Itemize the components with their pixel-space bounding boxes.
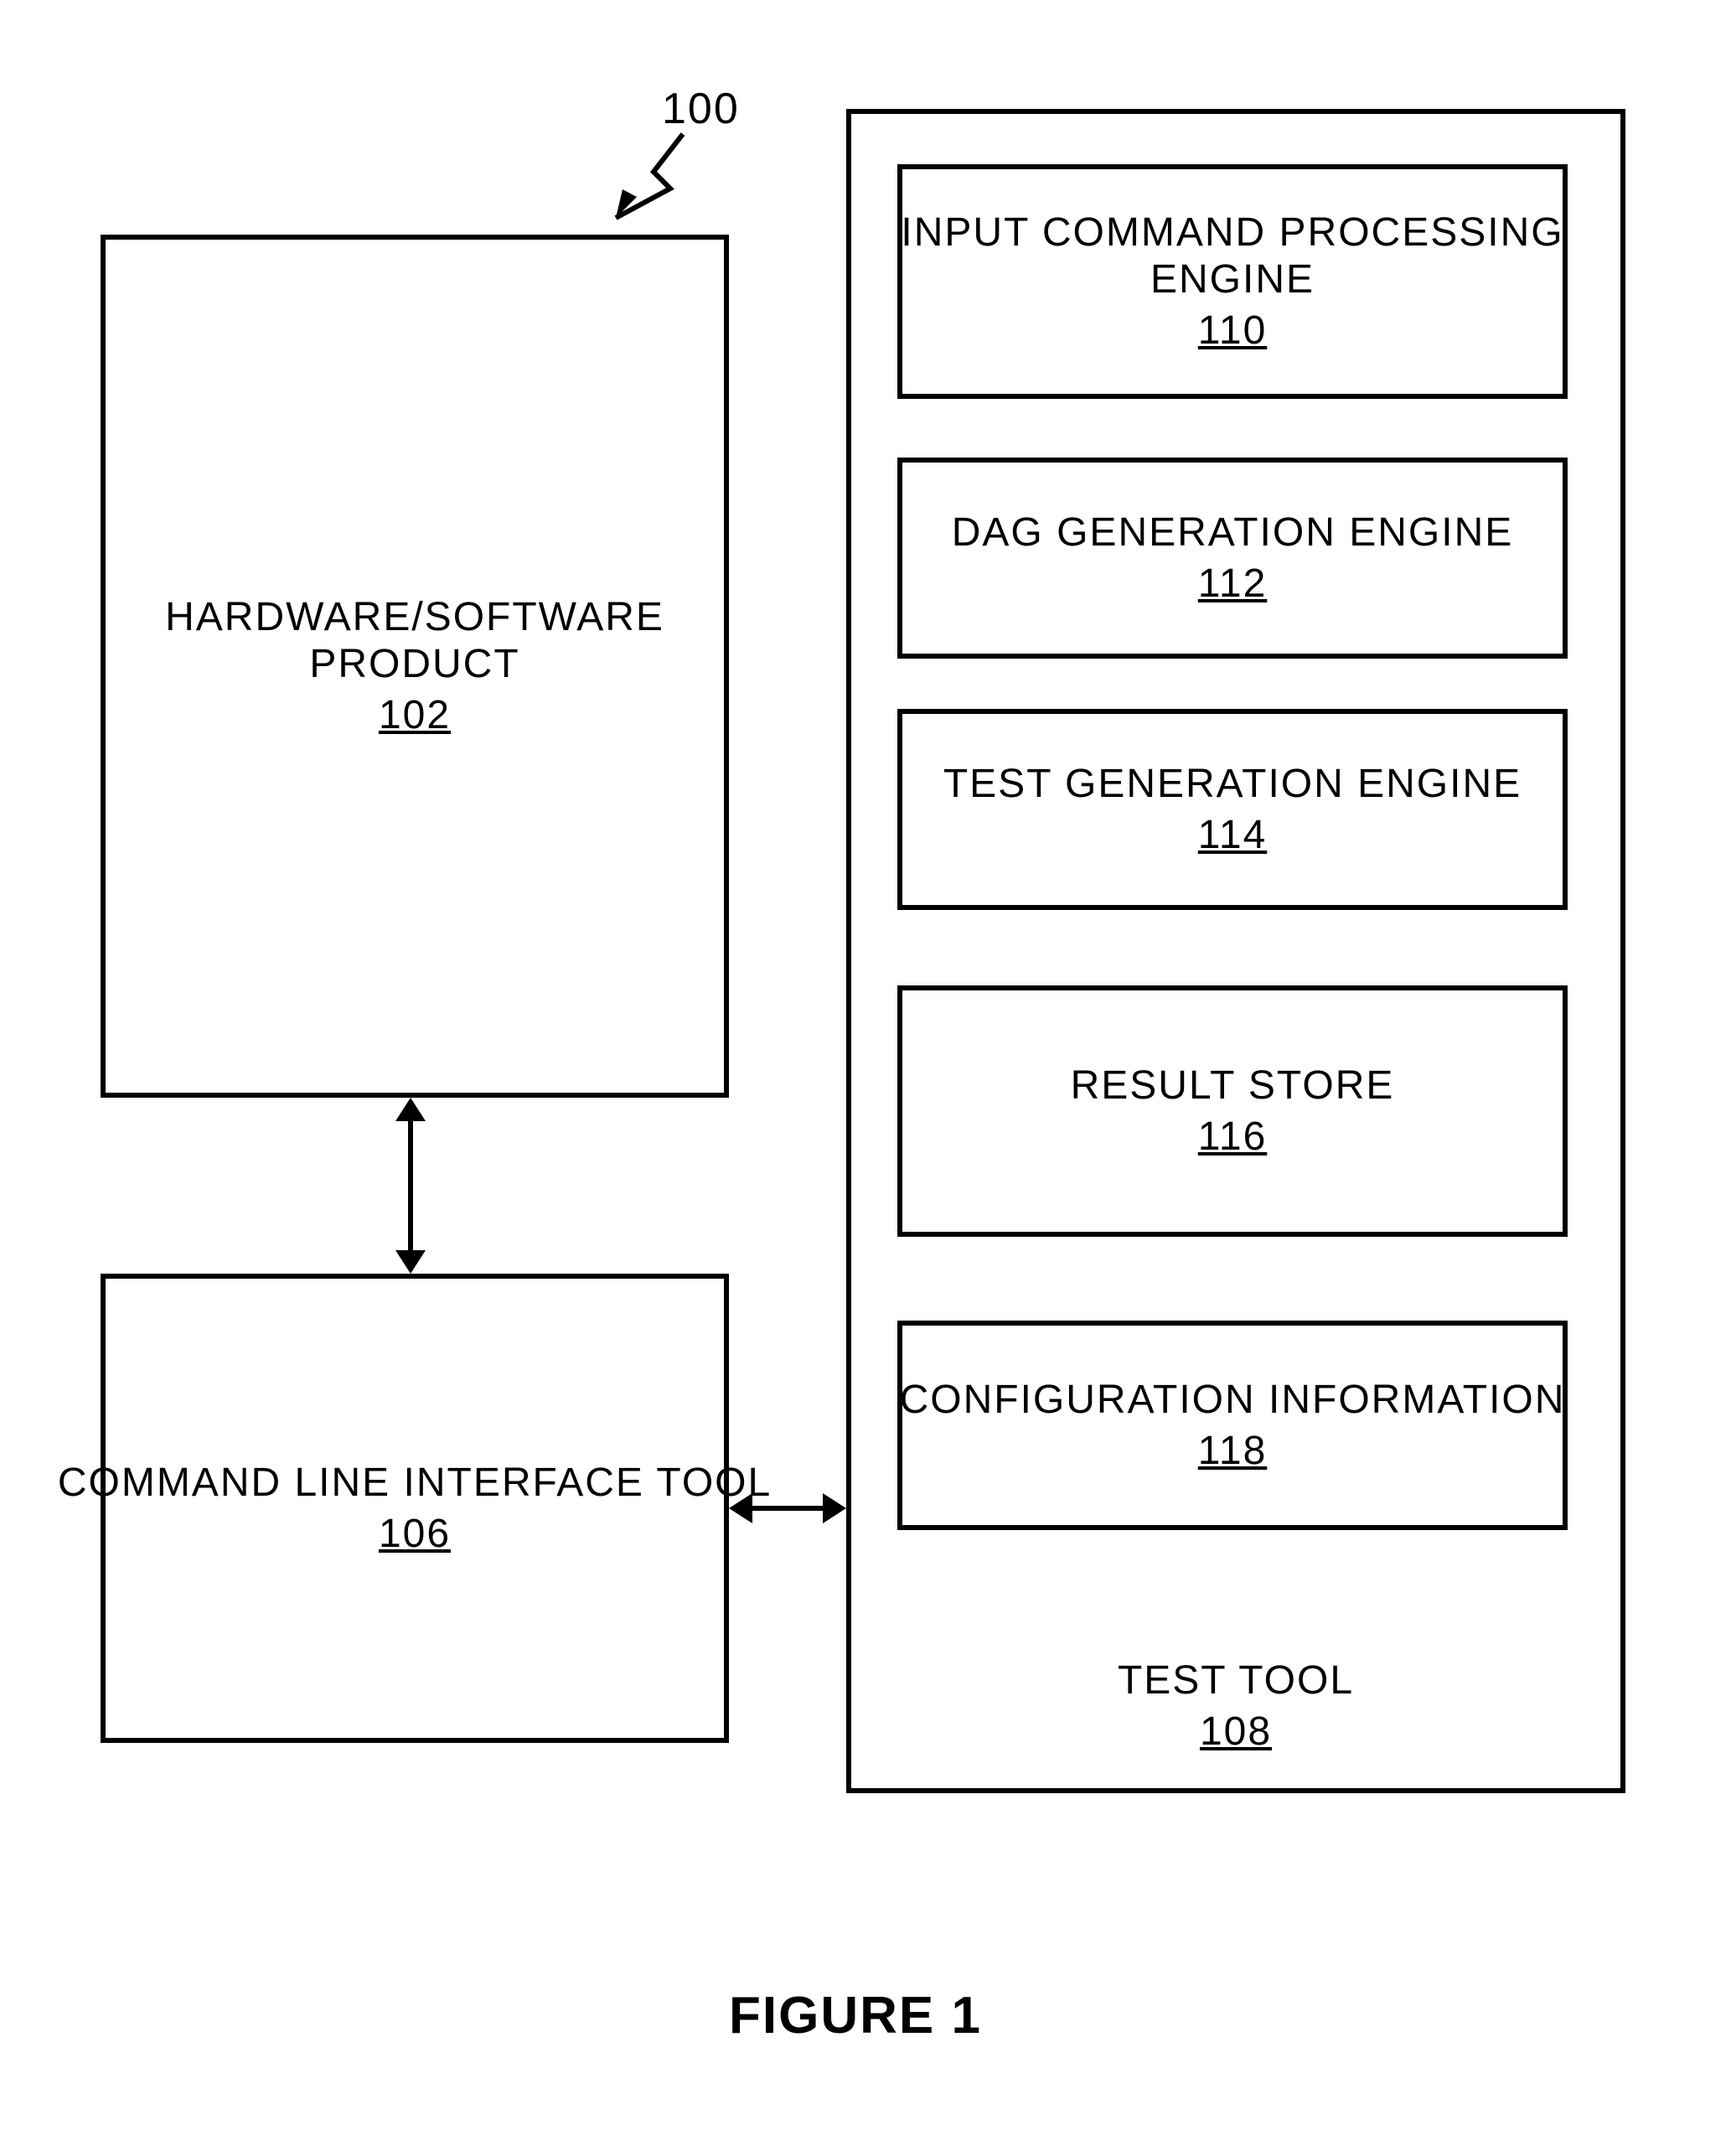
dag-line1: DAG GENERATION ENGINE — [952, 509, 1514, 556]
diagram-page: 100 HARDWARE/SOFTWARE PRODUCT 102 COMMAN… — [0, 0, 1731, 2156]
test-tool-label-block: TEST TOOL 108 — [851, 1657, 1620, 1755]
dag-ref: 112 — [1198, 561, 1268, 607]
configuration-information-box: CONFIGURATION INFORMATION 118 — [897, 1321, 1568, 1530]
system-ref-pointer — [591, 126, 691, 226]
cli-label: COMMAND LINE INTERFACE TOOL — [58, 1460, 772, 1506]
cli-tool-box: COMMAND LINE INTERFACE TOOL 106 — [101, 1274, 729, 1743]
input-command-processing-engine-box: INPUT COMMAND PROCESSING ENGINE 110 — [897, 164, 1568, 399]
product-label-line1: HARDWARE/SOFTWARE — [165, 594, 664, 640]
icpe-ref: 110 — [1198, 308, 1268, 354]
figure-caption: FIGURE 1 — [729, 1986, 982, 2045]
product-ref: 102 — [379, 692, 451, 738]
result-store-box: RESULT STORE 116 — [897, 985, 1568, 1237]
icpe-line2: ENGINE — [1150, 256, 1315, 302]
hardware-software-product-box: HARDWARE/SOFTWARE PRODUCT 102 — [101, 235, 729, 1098]
test-tool-ref: 108 — [851, 1709, 1620, 1755]
rs-ref: 116 — [1198, 1114, 1268, 1160]
test-tool-container: INPUT COMMAND PROCESSING ENGINE 110 DAG … — [846, 109, 1625, 1793]
arrow-cli-to-testtool — [729, 1483, 846, 1533]
cli-ref: 106 — [379, 1511, 451, 1557]
ci-ref: 118 — [1198, 1428, 1268, 1474]
test-generation-engine-box: TEST GENERATION ENGINE 114 — [897, 709, 1568, 910]
tge-ref: 114 — [1198, 812, 1268, 858]
arrow-product-to-cli — [385, 1098, 436, 1274]
dag-generation-engine-box: DAG GENERATION ENGINE 112 — [897, 458, 1568, 659]
tge-line1: TEST GENERATION ENGINE — [943, 761, 1522, 807]
test-tool-label: TEST TOOL — [851, 1657, 1620, 1704]
ci-line1: CONFIGURATION INFORMATION — [900, 1377, 1566, 1423]
product-label-line2: PRODUCT — [309, 641, 519, 687]
rs-line1: RESULT STORE — [1071, 1062, 1395, 1109]
icpe-line1: INPUT COMMAND PROCESSING — [901, 209, 1563, 256]
